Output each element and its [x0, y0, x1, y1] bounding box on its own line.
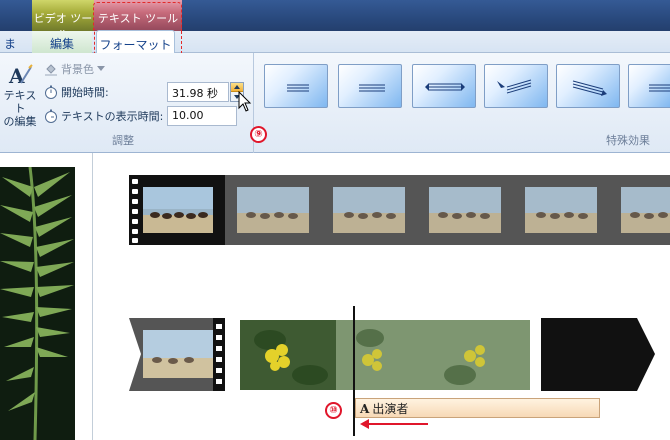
filmstrip-edge: [129, 175, 141, 245]
horse-thumbnail: [143, 187, 213, 233]
caption-label: 出演者: [372, 402, 409, 416]
effect-fly-in-lines[interactable]: [484, 64, 548, 108]
text-edit-label-2: の編集: [3, 115, 37, 128]
effect-partial[interactable]: [628, 64, 670, 108]
caption-icon: A: [360, 402, 370, 416]
svg-text:A: A: [8, 64, 25, 87]
stopwatch-icon: [45, 85, 57, 99]
paint-bucket-icon: [45, 64, 57, 76]
highlight-outline: [93, 2, 182, 31]
horse-thumbnail: [429, 187, 501, 233]
adjust-group-label: 調整: [112, 134, 134, 147]
effect-slide-right-lines[interactable]: [556, 64, 620, 108]
horse-thumbnail: [621, 187, 670, 233]
text-edit-icon: A: [8, 64, 33, 87]
effect-horizontal-lines[interactable]: [338, 64, 402, 108]
left-arrow-icon: [360, 419, 428, 429]
start-time-input[interactable]: 31.98 秒: [167, 82, 229, 102]
effect-lines-icon: [287, 84, 309, 92]
effects-group-label: 特殊効果: [606, 134, 650, 147]
duration-row: テキストの表示時間:: [44, 106, 163, 126]
stopwatch-icon: [45, 109, 57, 123]
effect-lines-icon: [359, 84, 385, 92]
callout-step-9: ⑨: [250, 126, 267, 143]
tab-edit[interactable]: 編集: [32, 31, 92, 53]
start-time-label: 開始時間:: [61, 86, 109, 99]
effect-expand-arrows[interactable]: [412, 64, 476, 108]
clip-horses-end[interactable]: [129, 318, 227, 391]
horse-thumbnail: [525, 187, 597, 233]
caption-clip[interactable]: A 出演者: [355, 398, 600, 418]
video-track-horses[interactable]: [129, 175, 670, 245]
start-time-row: 開始時間:: [44, 82, 109, 102]
adjust-group: A テキスト の編集 背景色 開始時間: 31.98 秒 テキストの表示時間: …: [0, 53, 254, 153]
duration-input[interactable]: 10.00: [167, 106, 237, 126]
expand-arrows-icon: [425, 83, 465, 91]
ribbon-body: A テキスト の編集 背景色 開始時間: 31.98 秒 テキストの表示時間: …: [0, 53, 670, 153]
duration-label: テキストの表示時間:: [61, 110, 164, 123]
storyboard-timeline: [93, 153, 670, 440]
text-edit-label-1: テキスト: [3, 89, 37, 115]
background-color-button[interactable]: 背景色: [44, 59, 106, 79]
mouse-cursor-icon: [238, 91, 252, 112]
dropdown-arrow-icon: [97, 66, 105, 71]
tab-partial[interactable]: ま: [0, 31, 20, 53]
effect-none[interactable]: [264, 64, 328, 108]
horse-thumbnail: [237, 187, 309, 233]
text-edit-button[interactable]: A テキスト の編集: [0, 59, 40, 129]
preview-image: [0, 167, 75, 440]
context-tab-video-tools: ビデオ ツール: [32, 0, 94, 41]
clip-flowers[interactable]: [240, 320, 530, 390]
background-color-label: 背景色: [61, 63, 94, 76]
effects-group: 特殊効果: [256, 53, 670, 153]
callout-step-10: ⑩: [325, 402, 342, 419]
ribbon-title-bar: ビデオ ツール テキスト ツール: [0, 0, 670, 41]
slide-right-icon: [572, 80, 607, 96]
fern-image: [0, 167, 75, 440]
horse-thumbnail: [333, 187, 405, 233]
fly-in-icon: [497, 79, 532, 94]
clip-black[interactable]: [541, 318, 659, 391]
effect-lines-icon: [649, 84, 670, 92]
